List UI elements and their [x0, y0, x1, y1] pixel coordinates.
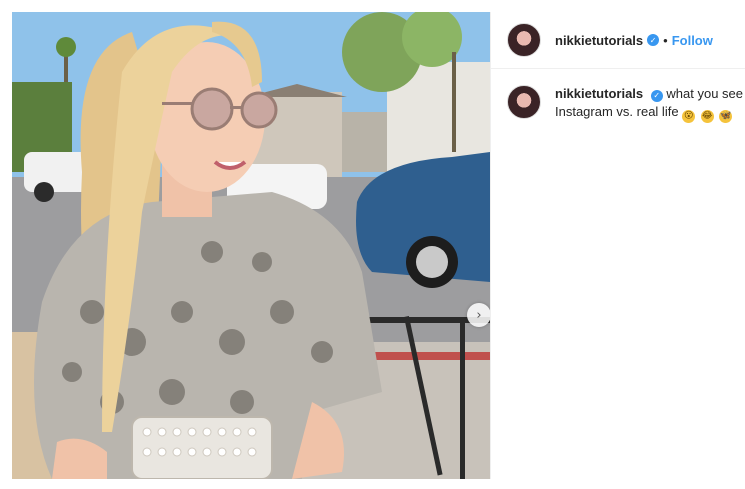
butterfly-emoji-icon: 🦋	[719, 110, 733, 123]
caption-line-2: Instagram vs. real life 😮 😂 🦋	[555, 103, 743, 123]
carousel-next-button[interactable]: ›	[467, 303, 490, 327]
caption-username[interactable]: nikkietutorials	[555, 86, 643, 101]
verified-badge-icon: ✓	[647, 34, 660, 46]
caption-text: nikkietutorials ✓ what you see Instagram…	[555, 83, 743, 123]
caption-verified-badge-icon: ✓	[650, 90, 663, 102]
separator-dot: •	[663, 32, 668, 48]
post-photo[interactable]: ›	[12, 12, 490, 479]
surprised-face-emoji-icon: 😮	[682, 110, 696, 123]
caption-avatar[interactable]	[507, 85, 541, 119]
post-header: nikkietutorials ✓ • Follow	[491, 12, 745, 69]
caption-body: what you see	[666, 86, 743, 101]
avatar[interactable]	[507, 23, 541, 57]
header-username[interactable]: nikkietutorials	[555, 33, 643, 48]
caption-line-2-text: Instagram vs. real life	[555, 104, 679, 119]
post-caption: nikkietutorials ✓ what you see Instagram…	[491, 69, 745, 123]
instagram-post: › nikkietutorials ✓ • Follow nikkietutor…	[0, 0, 745, 489]
chevron-right-icon: ›	[476, 307, 482, 323]
follow-button[interactable]: Follow	[672, 33, 713, 48]
laughing-face-emoji-icon: 😂	[700, 110, 714, 123]
photo-illustration	[12, 12, 490, 479]
post-sidebar: nikkietutorials ✓ • Follow nikkietutoria…	[490, 12, 745, 479]
